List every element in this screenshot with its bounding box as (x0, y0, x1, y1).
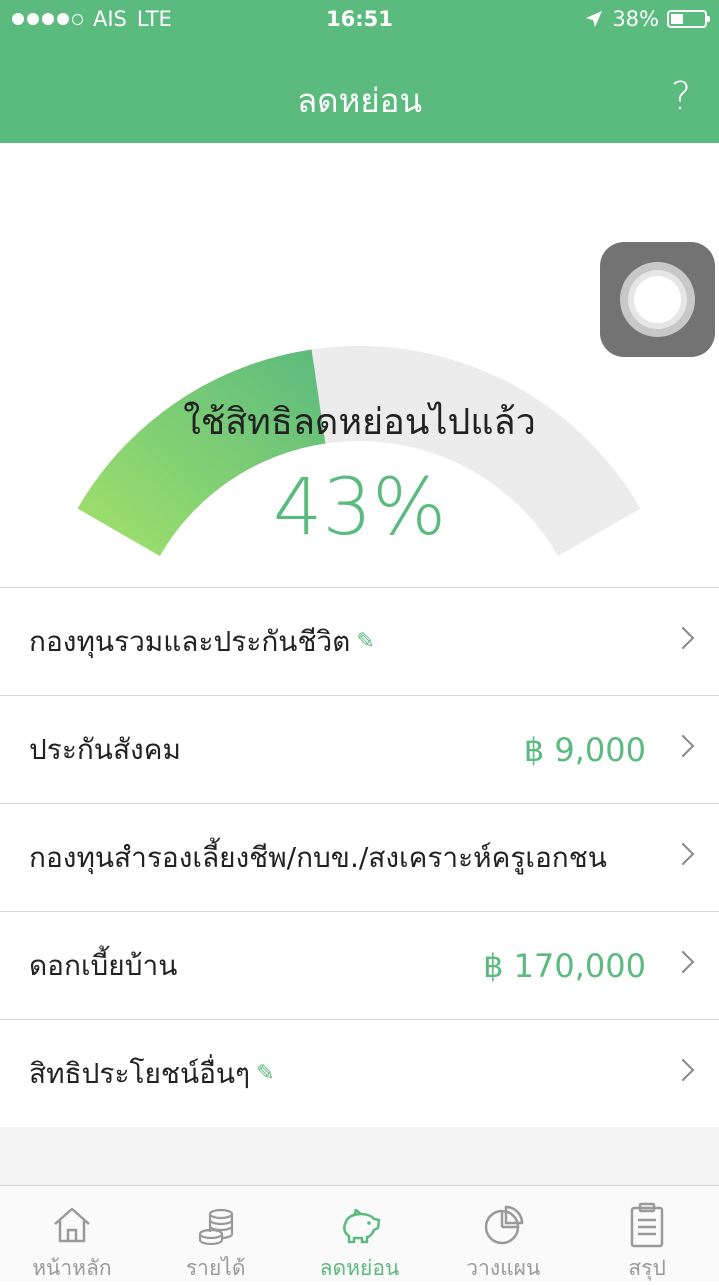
clipboard-icon (630, 1202, 664, 1248)
help-button[interactable]: ? (671, 74, 691, 118)
item-label: ประกันสังคม (29, 732, 181, 766)
list-item-fund-insurance[interactable]: กองทุนรวมและประกันชีวิต ✎ (0, 587, 719, 695)
list-item-provident-fund[interactable]: กองทุนสำรองเลี้ยงชีพ/กบข./สงเคราะห์ครูเอ… (0, 803, 719, 911)
tab-deduction[interactable]: ลดหย่อน (288, 1186, 432, 1281)
list-item-other-benefits[interactable]: สิทธิประโยชน์อื่นๆ ✎ (0, 1019, 719, 1128)
tab-label: รายได้ (185, 1256, 246, 1280)
empty-area (0, 1127, 719, 1185)
header-bar: AIS LTE 16:51 38% ลดหย่อน ? (0, 0, 719, 143)
tab-summary[interactable]: สรุป (575, 1186, 719, 1281)
gauge-percent: 43% (272, 463, 447, 553)
page-title: ลดหย่อน (296, 81, 423, 120)
deduction-gauge: ใช้สิทธิลดหย่อนไปแล้ว 43% (0, 143, 719, 588)
tab-bar: หน้าหลัก รายได้ ลดหย่อน วางแผน สรุป (0, 1185, 719, 1281)
location-arrow-icon (586, 11, 603, 27)
piggy-bank-icon (343, 1208, 381, 1244)
item-label: กองทุนสำรองเลี้ยงชีพ/กบข./สงเคราะห์ครูเอ… (29, 840, 607, 874)
tab-label: ลดหย่อน (319, 1256, 400, 1280)
pencil-icon[interactable]: ✎ (356, 629, 374, 654)
pie-chart-icon (485, 1205, 524, 1245)
chevron-right-icon (671, 950, 695, 974)
list-item-social-security[interactable]: ประกันสังคม ฿ 9,000 (0, 695, 719, 803)
tab-label: หน้าหลัก (32, 1256, 112, 1280)
battery-percent: 38% (612, 7, 659, 31)
chevron-right-icon (671, 842, 695, 866)
list-item-home-interest[interactable]: ดอกเบี้ยบ้าน ฿ 170,000 (0, 911, 719, 1019)
home-icon (54, 1207, 90, 1243)
coins-icon (198, 1208, 233, 1246)
pencil-icon[interactable]: ✎ (256, 1061, 274, 1086)
item-label: ดอกเบี้ยบ้าน (29, 948, 178, 982)
tab-income[interactable]: รายได้ (144, 1186, 288, 1281)
tab-label: วางแผน (466, 1256, 541, 1280)
chevron-right-icon (671, 734, 695, 758)
tab-planning[interactable]: วางแผน (431, 1186, 575, 1281)
battery-icon (667, 10, 710, 28)
tab-home[interactable]: หน้าหลัก (0, 1186, 144, 1281)
item-value: ฿ 170,000 (483, 946, 646, 985)
assistive-touch-button[interactable] (600, 242, 715, 357)
tab-label: สรุป (628, 1256, 666, 1280)
status-bar: AIS LTE 16:51 38% (0, 0, 719, 40)
item-label: กองทุนรวมและประกันชีวิต (29, 624, 351, 658)
gauge-label: ใช้สิทธิลดหย่อนไปแล้ว (183, 402, 536, 443)
chevron-right-icon (671, 626, 695, 650)
deduction-list: กองทุนรวมและประกันชีวิต ✎ ประกันสังคม ฿ 9… (0, 587, 719, 1128)
item-label: สิทธิประโยชน์อื่นๆ (29, 1056, 251, 1090)
item-value: ฿ 9,000 (523, 730, 646, 769)
chevron-right-icon (671, 1058, 695, 1082)
